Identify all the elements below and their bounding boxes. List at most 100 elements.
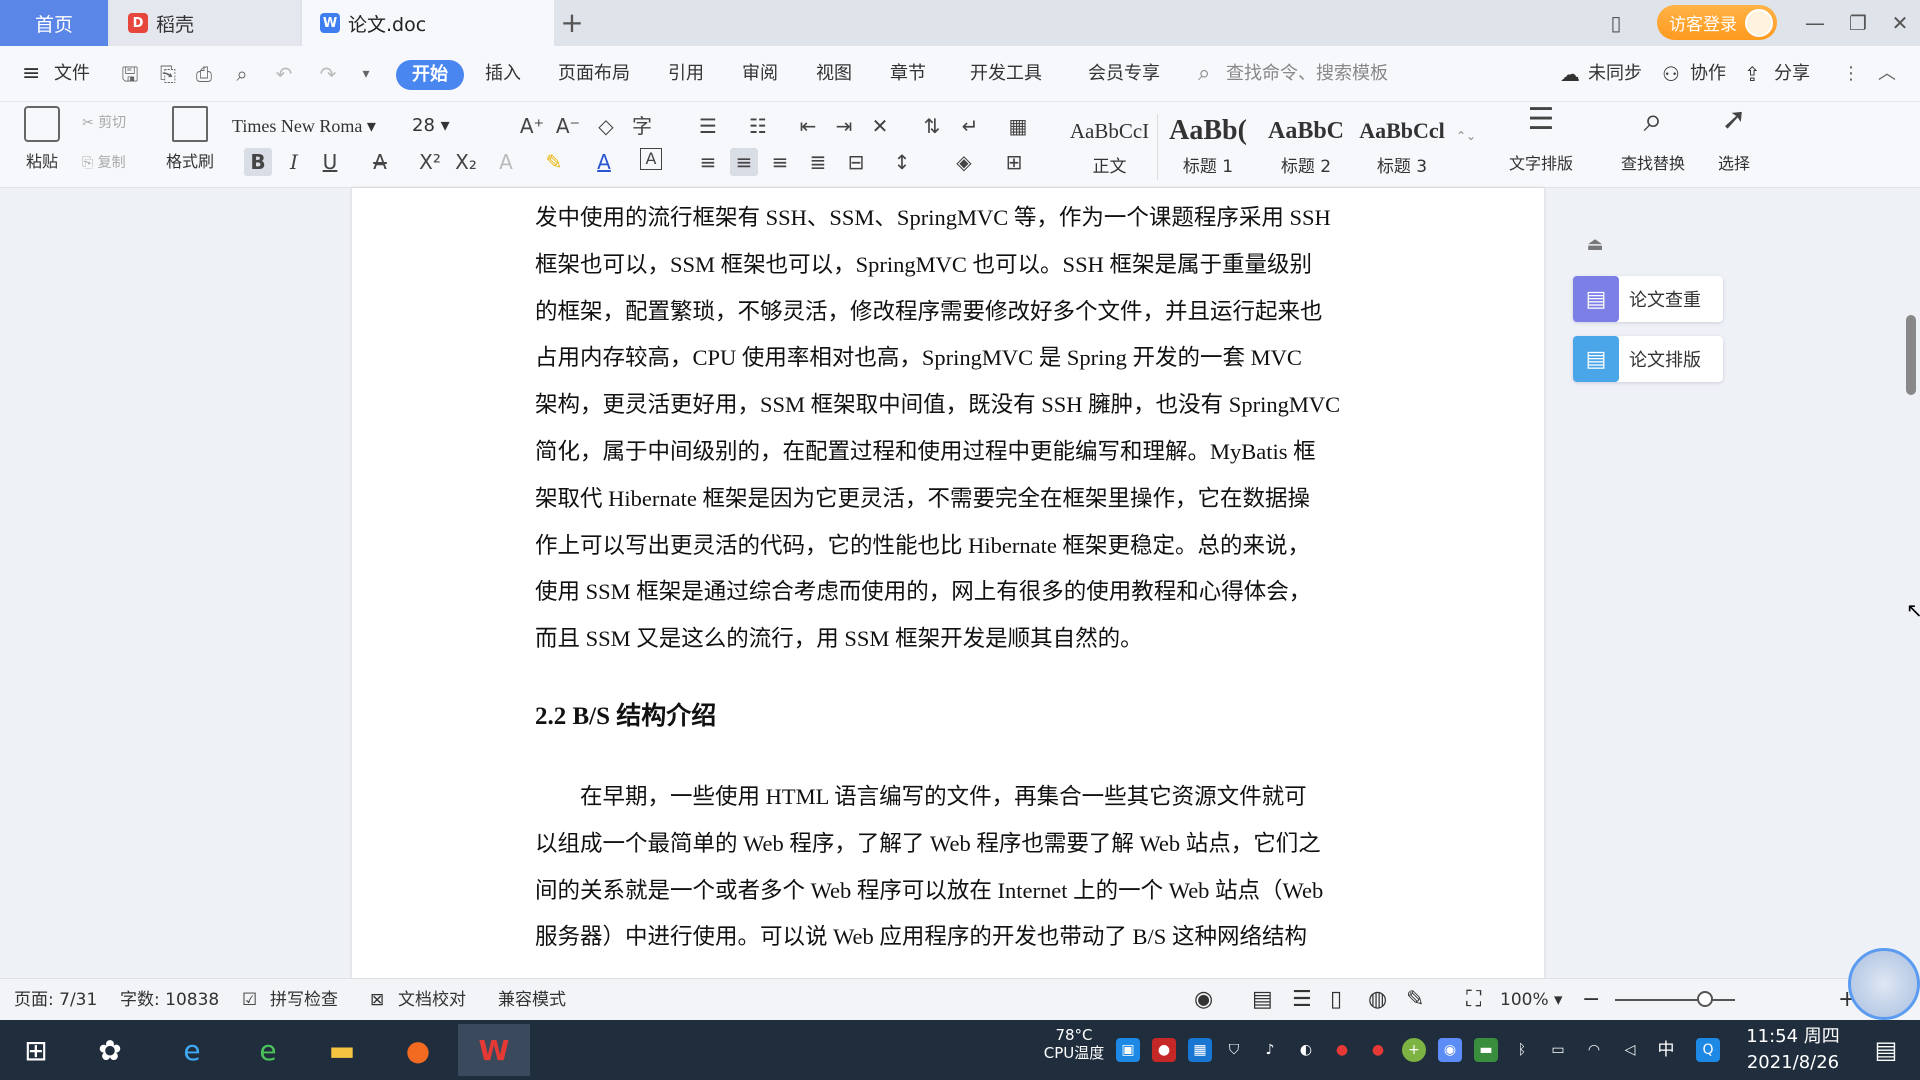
sync-status[interactable]: 未同步 (1588, 46, 1642, 102)
copy-button[interactable]: ⎘ 复制 (82, 152, 126, 172)
ime-indicator[interactable]: 中 (1654, 1038, 1678, 1062)
assistant-avatar[interactable] (1848, 948, 1920, 1020)
menu-view[interactable]: 视图 (816, 46, 852, 102)
italic-icon[interactable]: I (280, 148, 308, 176)
style-normal[interactable]: AaBbCcI 正文 (1062, 114, 1158, 180)
collaborate-button[interactable]: 协作 (1690, 46, 1726, 102)
menu-chapter[interactable]: 章节 (890, 46, 926, 102)
layout-icon[interactable]: ▯ (1598, 8, 1634, 38)
zoom-select[interactable]: 100% ▾ (1500, 979, 1563, 1021)
font-size-select[interactable]: 28 ▾ (412, 112, 492, 140)
fit-page-icon[interactable]: ⛶ (1466, 979, 1481, 1021)
strikethrough-icon[interactable]: A (366, 148, 394, 176)
format-painter-button[interactable]: 格式刷 (160, 106, 220, 172)
menu-review[interactable]: 审阅 (742, 46, 778, 102)
cut-button[interactable]: ✂ 剪切 (82, 112, 126, 132)
highlight-icon[interactable]: ✎ (540, 148, 568, 176)
bold-icon[interactable]: B (244, 148, 272, 176)
menu-references[interactable]: 引用 (668, 46, 704, 102)
tray-red-app-icon[interactable]: ● (1330, 1038, 1354, 1062)
collapse-ribbon-icon[interactable]: ︿ (1878, 46, 1896, 102)
menu-file[interactable]: 文件 (54, 46, 90, 102)
sort-icon[interactable]: ⇅ (918, 112, 946, 140)
new-tab-button[interactable]: + (556, 6, 588, 40)
windows-start-icon[interactable]: ⊞ (12, 1028, 60, 1072)
tab-home[interactable]: 首页 (0, 0, 108, 46)
justify-icon[interactable]: ≣ (804, 148, 832, 176)
style-heading-2[interactable]: AaBbC 标题 2 (1258, 114, 1354, 180)
word-count[interactable]: 字数: 10838 (120, 979, 219, 1021)
text-line[interactable]: 架取代 Hibernate 框架是因为它更灵活，不需要完全在框架里操作，它在数据… (535, 476, 1367, 523)
command-search-input[interactable]: 查找命令、搜索模板 (1226, 46, 1388, 102)
menu-insert[interactable]: 插入 (485, 46, 521, 102)
style-heading-3[interactable]: AaBbCcl 标题 3 (1354, 114, 1450, 180)
select-button[interactable]: ➚ 选择 (1704, 105, 1764, 174)
browser-icon[interactable]: e (244, 1028, 292, 1072)
phonetic-icon[interactable]: 字 (628, 112, 656, 140)
tray-antivirus-icon[interactable]: ● (1152, 1038, 1176, 1062)
app-orange-icon[interactable]: ● (394, 1028, 442, 1072)
spell-check-button[interactable]: 拼写检查 (270, 979, 338, 1021)
scroll-thumb[interactable] (1906, 315, 1916, 395)
text-line[interactable]: 间的关系就是一个或者多个 Web 程序可以放在 Internet 上的一个 We… (535, 868, 1367, 915)
share-button[interactable]: 分享 (1774, 46, 1810, 102)
find-replace-button[interactable]: ⌕ 查找替换 (1608, 103, 1698, 174)
hamburger-icon[interactable]: ≡ (22, 46, 40, 102)
tray-app-icon[interactable]: ▣ (1116, 1038, 1140, 1062)
menu-developer[interactable]: 开发工具 (970, 46, 1042, 102)
text-layout-button[interactable]: ☰ 文字排版 (1496, 105, 1586, 174)
tray-red-app-2-icon[interactable]: ● (1366, 1038, 1390, 1062)
tab-daoke[interactable]: D 稻壳 (110, 0, 300, 46)
write-mode-icon[interactable]: ✎ (1406, 979, 1424, 1021)
menu-page-layout[interactable]: 页面布局 (558, 46, 630, 102)
tab-document[interactable]: W 论文.doc (302, 0, 554, 46)
styles-scroll-icon[interactable]: ⌃⌄ (1452, 122, 1480, 150)
border-icon[interactable]: ⊞ (1000, 148, 1028, 176)
page-view-icon[interactable]: ▤ (1252, 979, 1273, 1021)
text-effect-icon[interactable]: A (492, 148, 520, 176)
underline-icon[interactable]: U (316, 148, 344, 176)
decrease-indent-icon[interactable]: ⇤ (794, 112, 822, 140)
menu-member[interactable]: 会员专享 (1088, 46, 1160, 102)
align-center-icon[interactable]: ≡ (730, 148, 758, 176)
increase-indent-icon[interactable]: ⇥ (830, 112, 858, 140)
tray-network-app-icon[interactable]: ▦ (1188, 1038, 1212, 1062)
zoom-slider-knob[interactable] (1697, 991, 1713, 1007)
text-line[interactable]: 使用 SSM 框架是通过综合考虑而使用的，网上有很多的使用教程和心得体会， (535, 569, 1367, 616)
tray-penguin-icon[interactable]: ◐ (1294, 1038, 1318, 1062)
align-left-icon[interactable]: ≡ (694, 148, 722, 176)
file-explorer-icon[interactable]: ▬ (318, 1028, 366, 1072)
paper-check-button[interactable]: ▤ 论文查重 (1573, 276, 1723, 322)
volume-icon[interactable]: ◁ (1618, 1038, 1642, 1062)
align-right-icon[interactable]: ≡ (766, 148, 794, 176)
wps-taskbar-icon[interactable]: W (458, 1024, 530, 1076)
line-spacing-icon[interactable]: ↕ (888, 148, 916, 176)
more-icon[interactable]: ⋮ (1842, 46, 1860, 102)
proofread-button[interactable]: 文档校对 (398, 979, 466, 1021)
text-line[interactable]: 作上可以写出更灵活的代码，它的性能也比 Hibernate 框架更稳定。总的来说… (535, 523, 1367, 570)
clear-format-icon[interactable]: ◇ (592, 112, 620, 140)
tray-notification-icon[interactable]: ♪ (1258, 1038, 1282, 1062)
distribute-icon[interactable]: ⊟ (842, 148, 870, 176)
chevron-down-icon[interactable]: ▾ (352, 60, 380, 88)
undo-icon[interactable]: ↶ (270, 60, 298, 88)
paper-format-button[interactable]: ▤ 论文排版 (1573, 336, 1723, 382)
font-color-icon[interactable]: A (590, 148, 618, 176)
menu-start[interactable]: 开始 (396, 60, 464, 90)
paste-button[interactable]: 粘贴 (16, 106, 68, 172)
text-line[interactable]: 在早期，一些使用 HTML 语言编写的文件，再集合一些其它资源文件就可 (580, 774, 1367, 821)
restore-icon[interactable]: ❐ (1840, 8, 1876, 38)
zoom-out-icon[interactable]: − (1582, 979, 1600, 1021)
minimize-icon[interactable]: — (1797, 8, 1833, 38)
text-line[interactable]: 以组成一个最简单的 Web 程序，了解了 Web 程序也需要了解 Web 站点，… (535, 821, 1367, 868)
vertical-scrollbar[interactable] (1902, 188, 1920, 978)
app-launcher-icon[interactable]: ✿ (86, 1028, 134, 1072)
tray-blue-app-icon[interactable]: ◉ (1438, 1038, 1462, 1062)
export-icon[interactable]: ⎘ (154, 60, 182, 88)
shading-icon[interactable]: ◈ (950, 148, 978, 176)
bullet-list-icon[interactable]: ☰ (694, 112, 722, 140)
reading-view-icon[interactable]: ▯ (1330, 979, 1342, 1021)
font-name-select[interactable]: Times New Roma ▾ (232, 112, 402, 140)
shrink-font-icon[interactable]: A⁻ (554, 112, 582, 140)
text-line[interactable]: 服务器）中进行使用。可以说 Web 应用程序的开发也带动了 B/S 这种网络结构 (535, 914, 1367, 961)
